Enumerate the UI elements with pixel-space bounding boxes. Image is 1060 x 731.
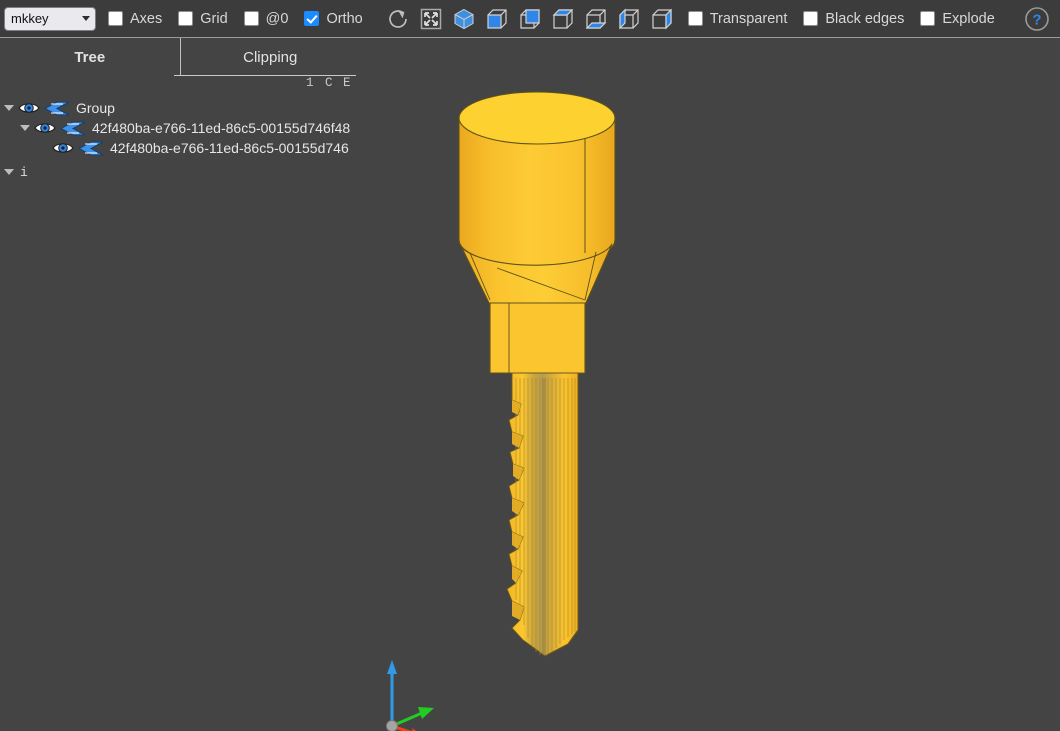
checkbox-transparent[interactable]: Transparent — [687, 10, 788, 27]
shape-icon[interactable] — [42, 101, 72, 116]
main-toolbar: mkkey Axes Grid @0 Ortho Transparent Bla… — [0, 0, 1060, 38]
rear-view-icon[interactable] — [517, 6, 543, 32]
explode-label: Explode — [942, 10, 995, 27]
black-edges-label: Black edges — [825, 10, 905, 27]
column-header-e: E — [343, 76, 351, 90]
tree-node-label: 42f480ba-e766-11ed-86c5-00155d746 — [110, 140, 349, 156]
reset-view-icon[interactable] — [385, 6, 411, 32]
bottom-view-icon[interactable] — [583, 6, 609, 32]
key-model-3d[interactable] — [360, 38, 1060, 731]
object-tree: Group 42f480ba-e766-11ed-86c5-00155d746f… — [0, 96, 360, 182]
tab-clipping[interactable]: Clipping — [179, 38, 361, 76]
checkbox-ortho[interactable]: Ortho — [304, 10, 363, 27]
tree-row[interactable]: 42f480ba-e766-11ed-86c5-00155d746f48 — [0, 118, 360, 138]
tree-row[interactable]: i — [0, 162, 360, 182]
svg-text:?: ? — [1032, 11, 1041, 28]
isometric-view-icon[interactable] — [451, 6, 477, 32]
tree-node-label: 42f480ba-e766-11ed-86c5-00155d746f48 — [92, 120, 351, 136]
grid-checkbox-box[interactable] — [178, 11, 194, 26]
checkbox-axes[interactable]: Axes — [108, 11, 162, 27]
left-panel: Tree Clipping 1 C E Group 42f480ba-e766-… — [0, 38, 360, 731]
at-origin-label: @0 — [265, 10, 289, 27]
model-select[interactable]: mkkey — [4, 6, 96, 31]
checkbox-grid[interactable]: Grid — [178, 10, 228, 27]
at-origin-checkbox-box[interactable] — [243, 11, 259, 26]
eye-icon[interactable] — [16, 101, 42, 115]
expand-triangle-icon[interactable] — [2, 169, 16, 175]
transparent-label: Transparent — [709, 10, 788, 27]
column-header-1: 1 — [306, 76, 314, 90]
tree-node-label: i — [20, 164, 28, 180]
3d-viewport[interactable] — [360, 38, 1060, 731]
grid-label: Grid — [200, 10, 228, 27]
origin-marker — [386, 720, 398, 731]
key-collar-box-front — [489, 302, 586, 374]
panel-tabs: Tree Clipping — [0, 38, 360, 76]
shape-icon[interactable] — [76, 141, 106, 156]
axis-gizmo — [386, 660, 434, 731]
shape-icon[interactable] — [58, 121, 88, 136]
axes-checkbox-box[interactable] — [108, 11, 123, 26]
right-view-icon[interactable] — [649, 6, 675, 32]
tree-row[interactable]: Group — [0, 98, 360, 118]
tree-row[interactable]: 42f480ba-e766-11ed-86c5-00155d746 — [0, 138, 360, 158]
tree-column-headers: 1 C E — [0, 76, 360, 96]
eye-icon[interactable] — [50, 141, 76, 155]
help-icon[interactable]: ? — [1024, 6, 1050, 32]
top-view-icon[interactable] — [550, 6, 576, 32]
z-axis-arrow — [387, 660, 397, 674]
key-geometry — [458, 91, 616, 657]
model-select-wrapper: mkkey — [4, 6, 96, 31]
transparent-checkbox-box[interactable] — [687, 11, 703, 26]
column-header-c: C — [325, 76, 333, 90]
cad-viewer-app: mkkey Axes Grid @0 Ortho Transparent Bla… — [0, 0, 1060, 731]
fit-to-screen-icon[interactable] — [418, 6, 444, 32]
black-edges-checkbox-box[interactable] — [803, 11, 819, 26]
axes-label: Axes — [130, 10, 163, 27]
ortho-label: Ortho — [326, 10, 363, 27]
key-head-cylinder-top — [458, 91, 616, 145]
checkbox-at-origin[interactable]: @0 — [243, 10, 289, 27]
y-axis-arrow — [418, 707, 434, 719]
eye-icon[interactable] — [32, 121, 58, 135]
expand-triangle-icon[interactable] — [2, 105, 16, 111]
tree-node-label: Group — [76, 100, 115, 116]
ortho-checkbox-box[interactable] — [304, 11, 320, 26]
tab-tree[interactable]: Tree — [0, 38, 180, 76]
explode-checkbox-box[interactable] — [920, 11, 936, 26]
left-view-icon[interactable] — [616, 6, 642, 32]
checkbox-black-edges[interactable]: Black edges — [803, 11, 904, 27]
expand-triangle-icon[interactable] — [18, 125, 32, 131]
checkbox-explode[interactable]: Explode — [920, 10, 995, 27]
front-view-icon[interactable] — [484, 6, 510, 32]
